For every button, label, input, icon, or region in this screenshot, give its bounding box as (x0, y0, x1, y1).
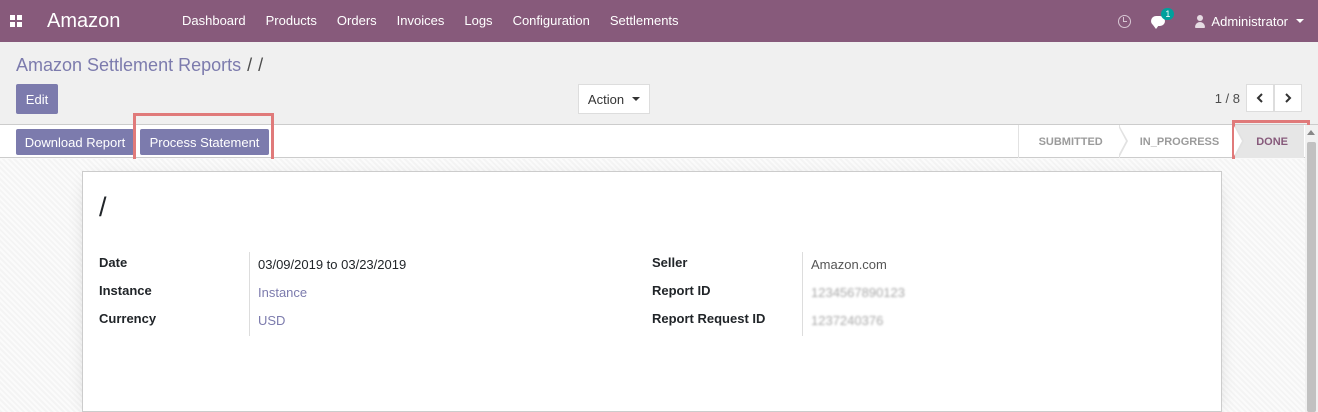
pager-value[interactable]: 1 / 8 (1215, 91, 1240, 106)
menu-dashboard[interactable]: Dashboard (172, 0, 256, 42)
currency-label: Currency (99, 311, 157, 326)
user-icon (1195, 14, 1206, 28)
chat-count-badge: 1 (1161, 8, 1175, 20)
instance-link[interactable]: Instance (258, 285, 307, 300)
report-id-value: 1234567890123 (811, 285, 905, 300)
scroll-up-icon[interactable] (1307, 130, 1315, 135)
stage-submitted[interactable]: SUBMITTED (1017, 125, 1128, 158)
stage-label: IN_PROGRESS (1139, 135, 1220, 148)
pager-previous-button[interactable] (1246, 84, 1274, 112)
user-menu[interactable]: Administrator (1195, 14, 1304, 29)
chevron-left-icon (1256, 93, 1263, 103)
currency-link[interactable]: USD (258, 313, 285, 328)
report-request-id-value: 1237240376 (811, 313, 884, 328)
menu-settlements[interactable]: Settlements (600, 0, 689, 42)
chevron-right-icon (1285, 93, 1292, 103)
download-report-button[interactable]: Download Report (16, 129, 134, 155)
scrollbar-thumb[interactable] (1307, 142, 1316, 412)
stage-arrow (1117, 125, 1128, 158)
apps-menu-icon[interactable] (0, 0, 32, 42)
field-divider (249, 252, 250, 336)
action-label: Action (587, 91, 625, 107)
seller-value: Amazon.com (811, 257, 887, 272)
record-title: / (99, 192, 107, 222)
chevron-down-icon (1296, 19, 1304, 23)
edit-button[interactable]: Edit (16, 84, 58, 114)
action-dropdown[interactable]: Action (578, 84, 650, 114)
form-sheet: / Date Instance Currency 03/09/2019 to 0… (82, 171, 1222, 412)
pager: 1 / 8 (1215, 84, 1302, 112)
stage-arrow (1234, 125, 1245, 158)
menu-configuration[interactable]: Configuration (503, 0, 600, 42)
breadcrumb-current: / (258, 55, 264, 75)
stage-in-progress[interactable]: IN_PROGRESS (1118, 125, 1245, 158)
breadcrumb: Amazon Settlement Reports / / (16, 55, 263, 76)
breadcrumb-parent[interactable]: Amazon Settlement Reports (16, 55, 241, 75)
menu-invoices[interactable]: Invoices (387, 0, 455, 42)
breadcrumb-separator: / (247, 55, 253, 75)
navbar-right: 1 Administrator (1118, 0, 1318, 42)
activity-clock-icon[interactable] (1118, 14, 1132, 28)
report-request-id-label: Report Request ID (652, 311, 766, 326)
messaging-menu[interactable]: 1 (1151, 8, 1175, 29)
app-brand: Amazon (47, 9, 121, 32)
top-navbar: Amazon Dashboard Products Orders Invoice… (0, 0, 1318, 42)
menu-products[interactable]: Products (256, 0, 327, 42)
date-value: 03/09/2019 to 03/23/2019 (258, 257, 407, 272)
menu-logs[interactable]: Logs (454, 0, 502, 42)
stage-label: SUBMITTED (1038, 135, 1103, 148)
report-id-label: Report ID (652, 283, 711, 298)
seller-label: Seller (652, 255, 688, 270)
user-name: Administrator (1211, 13, 1288, 29)
pager-next-button[interactable] (1274, 84, 1302, 112)
main-menu: Dashboard Products Orders Invoices Logs … (172, 0, 689, 42)
chevron-down-icon (632, 97, 641, 101)
field-divider (802, 252, 803, 336)
date-label: Date (99, 255, 128, 270)
instance-label: Instance (99, 283, 152, 298)
menu-orders[interactable]: Orders (327, 0, 387, 42)
